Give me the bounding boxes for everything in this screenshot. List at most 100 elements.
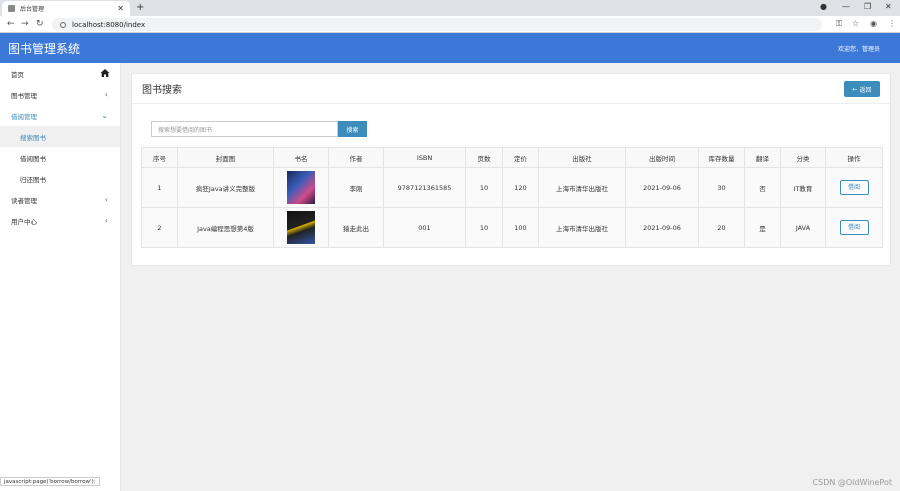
sidebar-item-user-center[interactable]: 用户中心 ‹ xyxy=(0,210,120,231)
chevron-down-icon: ⌄ xyxy=(101,111,108,120)
tab-title: 后台管理 xyxy=(20,6,45,13)
sidebar-item-label: 借阅管理 xyxy=(11,112,37,121)
page-title: 图书搜索 xyxy=(142,85,182,96)
column-header: 出版时间 xyxy=(625,147,699,168)
cell-author: 李刚 xyxy=(328,167,384,208)
cell-price: 120 xyxy=(502,167,539,208)
cell-book-name xyxy=(273,167,329,208)
column-header: 分类 xyxy=(780,147,826,168)
divider xyxy=(132,103,890,104)
app-title: 图书管理系统 xyxy=(8,42,81,56)
sidebar-subitem-return-books[interactable]: 归还图书 xyxy=(0,168,120,189)
book-cover-image xyxy=(287,211,315,244)
sidebar-item-borrow-management[interactable]: 借阅管理 ⌄ xyxy=(0,105,120,126)
sidebar-subitem-borrow-books[interactable]: 借阅图书 xyxy=(0,147,120,168)
chevron-left-icon: ‹ xyxy=(104,90,108,99)
star-icon[interactable]: ☆ xyxy=(852,19,859,28)
minimize-icon[interactable]: — xyxy=(842,2,850,11)
cell-no: 1 xyxy=(141,167,178,208)
browser-tab[interactable]: 后台管理 ✕ xyxy=(2,1,130,16)
back-arrow-icon[interactable]: ← xyxy=(7,19,15,29)
cell-cover-caption: Java编程思想第4版 xyxy=(177,207,274,248)
close-window-icon[interactable]: ✕ xyxy=(885,2,892,11)
cell-action: 借阅 xyxy=(825,207,883,248)
borrow-button[interactable]: 借阅 xyxy=(839,220,869,235)
cell-category: JAVA xyxy=(780,207,826,248)
back-button[interactable]: ← 返回 xyxy=(844,81,880,97)
browser-tab-bar: 后台管理 ✕ + ● — ❐ ✕ xyxy=(0,0,900,16)
app-header: 图书管理系统 欢迎您，管理员 xyxy=(0,33,900,63)
menu-icon[interactable]: ⋮ xyxy=(888,19,896,28)
column-header: 作者 xyxy=(328,147,384,168)
column-header: 库存数量 xyxy=(698,147,745,168)
cell-action: 借阅 xyxy=(825,167,883,208)
cell-publisher: 上海市清华出版社 xyxy=(538,207,626,248)
cell-category: IT教育 xyxy=(780,167,826,208)
column-header: 定价 xyxy=(502,147,539,168)
cell-translated: 是 xyxy=(744,207,781,248)
back-button-label: 返回 xyxy=(859,86,872,94)
search-button[interactable]: 搜索 xyxy=(338,121,367,137)
home-icon xyxy=(100,69,110,77)
cell-isbn: 9787121361585 xyxy=(383,167,466,208)
borrow-button[interactable]: 借阅 xyxy=(839,180,869,195)
sidebar-item-label: 借阅图书 xyxy=(20,154,46,163)
restore-icon[interactable]: ❐ xyxy=(864,2,871,11)
favicon-icon xyxy=(8,5,15,12)
cell-stock: 30 xyxy=(698,167,745,208)
sidebar-item-label: 用户中心 xyxy=(11,217,37,226)
watermark: CSDN @OldWinePot xyxy=(812,478,892,487)
table-row: 2 Java编程思想第4版 猿走此出 001 10 100 上海市清华出版社 2… xyxy=(141,207,883,248)
record-icon[interactable]: ● xyxy=(820,2,827,11)
profile-icon[interactable]: ◉ xyxy=(870,19,877,28)
column-header: ISBN xyxy=(383,147,466,168)
welcome-text[interactable]: 欢迎您，管理员 xyxy=(838,44,880,53)
content-panel: 图书搜索 ← 返回 搜索想要借阅的图书 搜索 序号 封面图 书名 作者 ISBN… xyxy=(131,73,891,266)
cell-price: 100 xyxy=(502,207,539,248)
column-header: 操作 xyxy=(825,147,883,168)
sidebar: 首页 图书管理 ‹ 借阅管理 ⌄ 搜索图书 借阅图书 归还图书 读者管理 ‹ 用… xyxy=(0,63,121,491)
column-header: 翻译 xyxy=(744,147,781,168)
books-table: 序号 封面图 书名 作者 ISBN 页数 定价 出版社 出版时间 库存数量 翻译… xyxy=(141,147,883,248)
url-field[interactable]: localhost:8080/index xyxy=(52,18,822,31)
cell-publisher: 上海市清华出版社 xyxy=(538,167,626,208)
forward-arrow-icon[interactable]: → xyxy=(21,19,29,29)
status-bar: javascript:page('borrow/borrow'); xyxy=(0,477,100,486)
sidebar-item-home[interactable]: 首页 xyxy=(0,63,120,84)
column-header: 页数 xyxy=(465,147,503,168)
column-header: 出版社 xyxy=(538,147,626,168)
sidebar-item-book-management[interactable]: 图书管理 ‹ xyxy=(0,84,120,105)
column-header: 书名 xyxy=(273,147,329,168)
cell-isbn: 001 xyxy=(383,207,466,248)
url-text: localhost:8080/index xyxy=(72,20,146,29)
chevron-left-icon: ‹ xyxy=(104,195,108,204)
key-icon[interactable]: ⚿ xyxy=(836,19,842,29)
cell-pages: 10 xyxy=(465,167,503,208)
close-tab-icon[interactable]: ✕ xyxy=(117,4,124,13)
cell-cover-caption: 疯狂Java讲义完整版 xyxy=(177,167,274,208)
new-tab-icon[interactable]: + xyxy=(136,2,144,13)
search-input[interactable]: 搜索想要借阅的图书 xyxy=(151,121,338,137)
sidebar-item-label: 图书管理 xyxy=(11,91,37,100)
sidebar-item-label: 归还图书 xyxy=(20,175,46,184)
cell-pages: 10 xyxy=(465,207,503,248)
cell-translated: 否 xyxy=(744,167,781,208)
cell-no: 2 xyxy=(141,207,178,248)
address-bar: ← → ↻ localhost:8080/index ⚿ ☆ ◉ ⋮ xyxy=(0,16,900,33)
cell-book-name xyxy=(273,207,329,248)
sidebar-item-label: 首页 xyxy=(11,70,24,79)
cell-author: 猿走此出 xyxy=(328,207,384,248)
cell-pub-date: 2021-09-06 xyxy=(625,207,699,248)
sidebar-item-label: 读者管理 xyxy=(11,196,37,205)
table-row: 1 疯狂Java讲义完整版 李刚 9787121361585 10 120 上海… xyxy=(141,167,883,208)
reload-icon[interactable]: ↻ xyxy=(36,19,44,29)
sidebar-item-label: 搜索图书 xyxy=(20,133,46,142)
arrow-left-icon: ← xyxy=(852,85,860,93)
sidebar-subitem-search-books[interactable]: 搜索图书 xyxy=(0,126,120,147)
cell-pub-date: 2021-09-06 xyxy=(625,167,699,208)
table-header-row: 序号 封面图 书名 作者 ISBN 页数 定价 出版社 出版时间 库存数量 翻译… xyxy=(141,147,883,168)
sidebar-item-reader-management[interactable]: 读者管理 ‹ xyxy=(0,189,120,210)
info-icon xyxy=(60,21,66,28)
column-header: 序号 xyxy=(141,147,178,168)
chevron-left-icon: ‹ xyxy=(104,216,108,225)
